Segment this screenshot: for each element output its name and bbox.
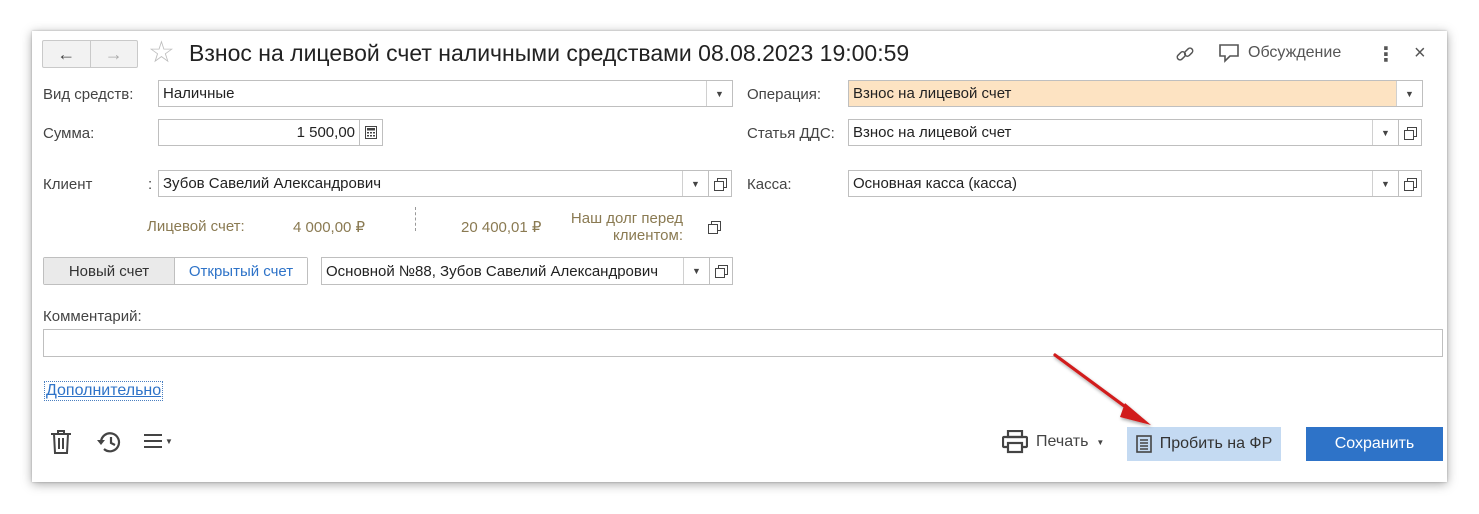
tab-open-account[interactable]: Открытый счет (175, 258, 307, 284)
client-colon: : (148, 176, 153, 193)
chevron-down-icon: ▼ (1096, 437, 1105, 447)
operation-value: Взнос на лицевой счет (853, 85, 1012, 102)
fund-type-label: Вид средств: (43, 86, 134, 103)
discussion-button[interactable]: Обсуждение (1218, 43, 1341, 63)
chevron-down-icon[interactable]: ▼ (1372, 171, 1398, 196)
debt-value: 20 400,01 ₽ (461, 219, 542, 236)
nav-group: ← → (42, 40, 138, 68)
more-actions-button[interactable]: ▼ (144, 433, 173, 449)
more-menu-icon[interactable]: ⋮ (1376, 42, 1396, 67)
open-form-icon (1404, 177, 1417, 191)
amount-input[interactable]: 1 500,00 (158, 119, 360, 146)
fiscal-register-label: Пробить на ФР (1159, 435, 1273, 452)
cash-open-button[interactable] (1398, 170, 1422, 197)
comment-input[interactable] (43, 329, 1443, 357)
link-icon (1176, 47, 1194, 61)
open-form-icon (708, 221, 721, 234)
history-button[interactable] (96, 429, 124, 459)
annotation-arrow (1053, 353, 1151, 425)
account-open-button[interactable] (709, 257, 733, 285)
favorite-star-icon[interactable]: ☆ (148, 38, 175, 68)
account-balance-label: Лицевой счет: (147, 218, 245, 235)
arrow-right-icon: → (104, 43, 123, 64)
receipt-icon (1135, 435, 1152, 453)
cash-value: Основная касса (касса) (853, 175, 1017, 192)
chevron-down-icon[interactable]: ▼ (1396, 81, 1422, 106)
client-select[interactable]: Зубов Савелий Александрович ▼ (158, 170, 709, 197)
print-button[interactable]: Печать ▼ (1002, 430, 1104, 454)
client-label: Клиент (43, 176, 93, 193)
chevron-down-icon: ▼ (165, 436, 173, 446)
client-value: Зубов Савелий Александрович (163, 175, 382, 192)
account-mode-switch: Новый счет Открытый счет (43, 257, 308, 285)
operation-label: Операция: (747, 86, 822, 103)
document-window: ← → ☆ Взнос на лицевой счет наличными ср… (32, 31, 1447, 482)
dds-value: Взнос на лицевой счет (853, 124, 1012, 141)
operation-select[interactable]: Взнос на лицевой счет ▼ (848, 80, 1423, 107)
forward-button[interactable]: → (89, 41, 138, 67)
menu-icon (144, 434, 162, 448)
divider (415, 207, 416, 231)
chevron-down-icon[interactable]: ▼ (682, 171, 708, 196)
print-label: Печать (1036, 433, 1089, 450)
debt-open-button[interactable] (708, 220, 721, 237)
fund-type-value: Наличные (163, 85, 235, 102)
account-select[interactable]: Основной №88, Зубов Савелий Александрови… (321, 257, 710, 285)
back-button[interactable]: ← (43, 41, 90, 67)
link-button[interactable] (1174, 43, 1196, 69)
open-form-icon (714, 177, 727, 191)
dds-label: Статья ДДС: (747, 125, 835, 142)
cash-label: Касса: (747, 176, 792, 193)
cash-select[interactable]: Основная касса (касса) ▼ (848, 170, 1399, 197)
arrow-left-icon: ← (57, 43, 76, 64)
printer-icon (1002, 430, 1028, 454)
chevron-down-icon[interactable]: ▼ (683, 258, 709, 284)
discussion-label: Обсуждение (1248, 44, 1342, 61)
history-icon (97, 432, 121, 453)
chevron-down-icon[interactable]: ▼ (1372, 120, 1398, 145)
amount-label: Сумма: (43, 125, 95, 142)
close-icon[interactable]: × (1414, 42, 1426, 65)
calculator-icon (365, 126, 377, 139)
account-select-value: Основной №88, Зубов Савелий Александрови… (326, 262, 659, 280)
dds-open-button[interactable] (1398, 119, 1422, 146)
account-balance-value: 4 000,00 ₽ (293, 219, 366, 236)
fund-type-select[interactable]: Наличные ▼ (158, 80, 733, 107)
comment-label: Комментарий: (43, 308, 142, 325)
open-form-icon (715, 265, 728, 278)
debt-label-line2: клиентом: (612, 227, 683, 244)
amount-value: 1 500,00 (296, 124, 355, 141)
dds-select[interactable]: Взнос на лицевой счет ▼ (848, 119, 1399, 146)
chevron-down-icon[interactable]: ▼ (706, 81, 732, 106)
debt-label: Наш долг перед клиентом: (552, 210, 683, 244)
client-open-button[interactable] (708, 170, 732, 197)
delete-button[interactable] (50, 429, 72, 459)
open-form-icon (1404, 126, 1417, 140)
save-button[interactable]: Сохранить (1306, 427, 1443, 461)
tab-new-account[interactable]: Новый счет (44, 258, 175, 284)
debt-label-line1: Наш долг перед (570, 210, 683, 227)
chat-bubble-icon (1219, 44, 1239, 63)
trash-icon (51, 430, 71, 454)
additional-link[interactable]: Дополнительно (43, 381, 164, 401)
page-title: Взнос на лицевой счет наличными средства… (189, 40, 910, 66)
fiscal-register-button[interactable]: Пробить на ФР (1127, 427, 1281, 461)
calculator-button[interactable] (359, 119, 383, 146)
